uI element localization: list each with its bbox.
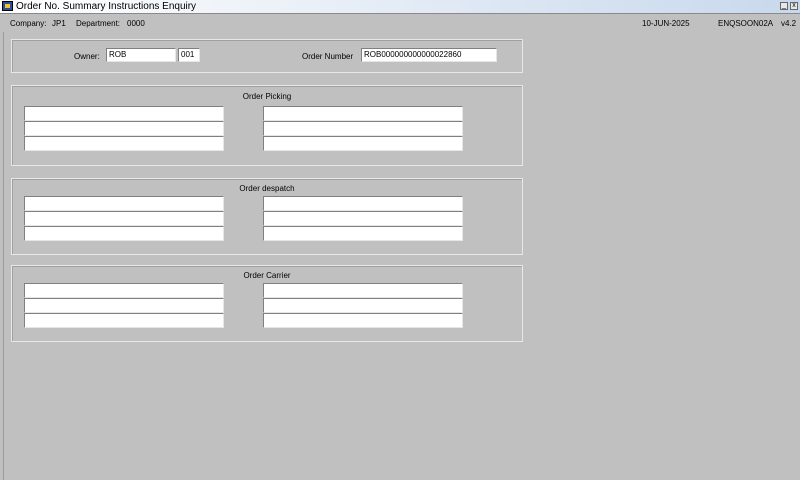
order-picking-right-3[interactable] <box>263 136 463 151</box>
window-title: Order No. Summary Instructions Enquiry <box>16 1 197 12</box>
order-number-label: Order Number <box>302 52 354 61</box>
owner-sub-field[interactable]: 001 <box>178 48 200 62</box>
version-label: v4.2 <box>781 19 797 28</box>
order-carrier-left-2[interactable] <box>24 298 224 313</box>
order-carrier-right-3[interactable] <box>263 313 463 328</box>
order-picking-right-1[interactable] <box>263 106 463 121</box>
order-picking-title: Order Picking <box>242 92 292 101</box>
order-despatch-right-1[interactable] <box>263 196 463 211</box>
order-carrier-left-1[interactable] <box>24 283 224 298</box>
order-carrier-left-3[interactable] <box>24 313 224 328</box>
order-carrier-title: Order Carrier <box>243 271 291 280</box>
order-despatch-title: Order despatch <box>239 184 295 193</box>
order-picking-left-3[interactable] <box>24 136 224 151</box>
info-bar: Company: JP1 Department: 0000 10-JUN-202… <box>0 14 800 32</box>
order-carrier-group: Order Carrier <box>11 265 523 342</box>
owner-label: Owner: <box>74 52 100 61</box>
order-despatch-group: Order despatch <box>11 178 523 255</box>
order-number-field[interactable]: ROB000000000000022860 <box>361 48 497 62</box>
company-value: JP1 <box>52 19 66 28</box>
date-display: 10-JUN-2025 <box>642 19 690 28</box>
owner-code-field[interactable]: ROB <box>106 48 176 62</box>
order-despatch-left-3[interactable] <box>24 226 224 241</box>
order-picking-left-2[interactable] <box>24 121 224 136</box>
close-button[interactable]: x <box>790 2 798 10</box>
frame-edge <box>3 32 4 480</box>
order-despatch-left-2[interactable] <box>24 211 224 226</box>
department-value: 0000 <box>127 19 145 28</box>
app-icon[interactable] <box>2 1 13 11</box>
title-bar: Order No. Summary Instructions Enquiry _… <box>0 0 800 14</box>
company-label: Company: <box>10 19 47 28</box>
order-despatch-left-1[interactable] <box>24 196 224 211</box>
order-carrier-right-2[interactable] <box>263 298 463 313</box>
program-id: ENQSOON02A <box>718 19 774 28</box>
minimize-button[interactable]: _ <box>780 2 788 10</box>
order-despatch-right-3[interactable] <box>263 226 463 241</box>
department-label: Department: <box>76 19 121 28</box>
order-picking-right-2[interactable] <box>263 121 463 136</box>
order-carrier-right-1[interactable] <box>263 283 463 298</box>
order-picking-left-1[interactable] <box>24 106 224 121</box>
order-picking-group: Order Picking <box>11 85 523 166</box>
order-despatch-right-2[interactable] <box>263 211 463 226</box>
criteria-group: Owner: ROB 001 Order Number ROB000000000… <box>11 39 523 73</box>
